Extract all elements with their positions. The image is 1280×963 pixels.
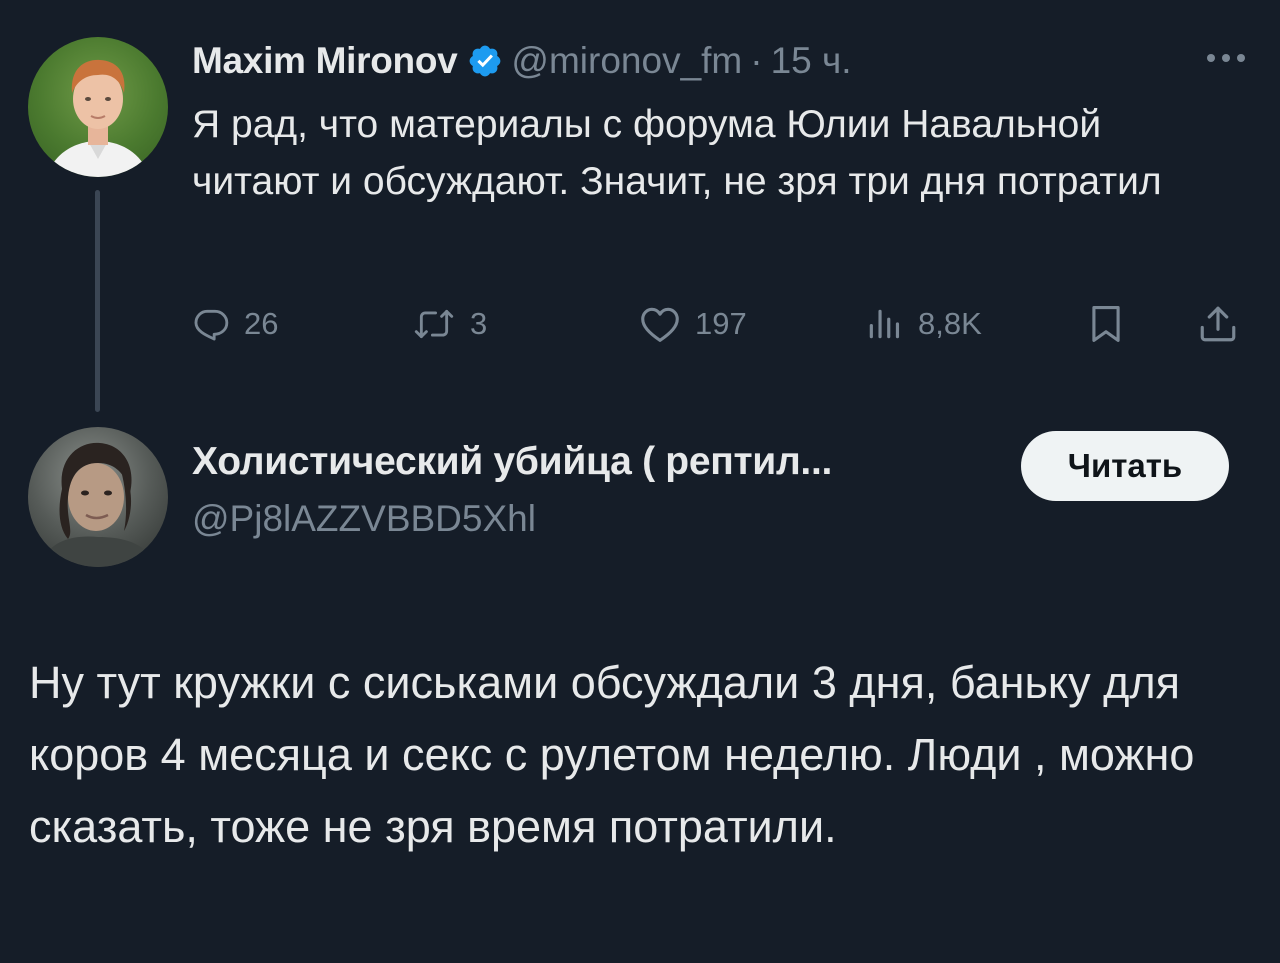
more-dots-icon[interactable] [1204,48,1248,68]
reply-bubble-icon [194,309,229,341]
follow-button[interactable]: Читать [1021,431,1229,501]
bookmark-icon [1092,306,1120,342]
views-button[interactable]: 8,8K [864,300,982,348]
repost-count: 3 [470,306,488,341]
author-name[interactable]: Maxim Mironov [192,40,458,82]
reply-author-name[interactable]: Холистический убийца ( рептил... [192,440,832,484]
tweet-text: Я рад, что материалы с форума Юлии Навал… [192,103,1162,203]
reply-author-avatar[interactable] [28,427,168,567]
bookmark-button[interactable] [1087,300,1139,348]
author-avatar[interactable] [28,37,168,177]
verified-badge-icon [467,43,503,79]
reply-author-handle[interactable]: @Pj8lAZZVBBD5Xhl [192,498,536,540]
tweet-actions: 26 3 197 8,8K [192,300,1252,348]
reply-count: 26 [244,306,279,341]
thread-connector-line [95,190,100,412]
tweet-header: Maxim Mironov @mironov_fm · 15 ч. [192,36,852,86]
author-handle[interactable]: @mironov_fm [511,40,742,82]
repost-button[interactable]: 3 [412,300,487,348]
like-count: 197 [695,306,747,341]
like-button[interactable]: 197 [639,300,747,348]
reply-text: Ну тут кружки с сиськами обсуждали 3 дня… [29,657,1195,852]
views-bars-icon [869,309,900,339]
header-separator: · [750,40,763,81]
views-count: 8,8K [918,306,982,341]
repost-icon [414,309,454,339]
share-icon [1200,306,1236,342]
reply-button[interactable]: 26 [192,300,278,348]
heart-icon [641,307,679,342]
share-button[interactable] [1197,300,1253,348]
tweet-timestamp[interactable]: 15 ч. [771,40,852,82]
